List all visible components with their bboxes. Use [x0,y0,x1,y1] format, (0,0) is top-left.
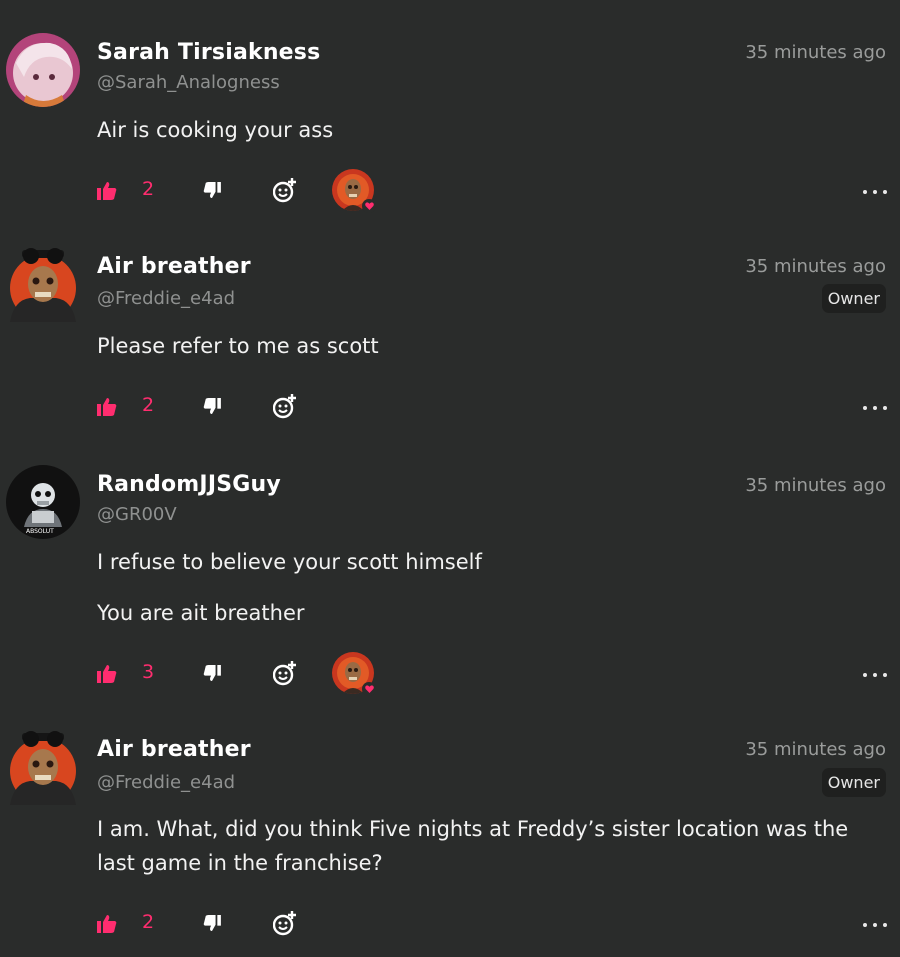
comment-text: I refuse to believe your scott himself Y… [97,545,887,630]
thumbs-down-icon[interactable] [203,182,221,202]
heart-icon [362,199,376,213]
thumbs-up-icon[interactable] [97,182,117,204]
comment-paragraph: I refuse to believe your scott himself [97,550,482,574]
comment-actions: 2 [97,388,887,428]
more-options-icon[interactable] [863,182,887,202]
more-options-icon[interactable] [863,665,887,685]
author-handle[interactable]: @GR00V [97,504,177,525]
heart-icon [362,682,376,696]
timestamp: 35 minutes ago [745,739,886,760]
author-name[interactable]: RandomJJSGuy [97,472,281,497]
avatar[interactable] [6,248,80,322]
comment-actions: 3 [97,652,887,696]
author-name[interactable]: Air breather [97,254,251,279]
author-handle[interactable]: @Freddie_e4ad [97,772,235,793]
avatar[interactable] [6,33,80,107]
thumbs-up-icon[interactable] [97,665,117,687]
author-handle[interactable]: @Freddie_e4ad [97,288,235,309]
comment-paragraph: You are ait breather [97,601,305,625]
comment-text: Air is cooking your ass [97,113,887,147]
like-count: 2 [142,394,155,416]
author-name[interactable]: Air breather [97,737,251,762]
add-reaction-icon[interactable] [272,393,297,423]
owner-badge: Owner [821,768,886,797]
comment-text: I am. What, did you think Five nights at… [97,812,887,880]
comment-actions: 2 [97,169,887,213]
reaction-avatar[interactable] [332,652,376,696]
more-options-icon[interactable] [863,915,887,935]
add-reaction-icon[interactable] [272,660,297,690]
author-name[interactable]: Sarah Tirsiakness [97,40,320,65]
author-handle[interactable]: @Sarah_Analogness [97,72,280,93]
owner-badge: Owner [821,284,886,313]
like-count: 2 [142,178,155,200]
comment-text: Please refer to me as scott [97,329,887,363]
comment-actions: 2 [97,905,887,945]
thumbs-up-icon[interactable] [97,398,117,420]
thumbs-down-icon[interactable] [203,915,221,935]
avatar[interactable] [6,731,80,805]
add-reaction-icon[interactable] [272,177,297,207]
comment-paragraph: Air is cooking your ass [97,118,334,142]
avatar[interactable]: ABSOLUT [6,465,80,539]
like-count: 2 [142,911,155,933]
timestamp: 35 minutes ago [745,475,886,496]
timestamp: 35 minutes ago [745,42,886,63]
more-options-icon[interactable] [863,398,887,418]
add-reaction-icon[interactable] [272,910,297,940]
like-count: 3 [142,661,155,683]
reaction-avatar[interactable] [332,169,376,213]
thumbs-up-icon[interactable] [97,915,117,937]
svg-text:ABSOLUT: ABSOLUT [26,528,54,535]
thumbs-down-icon[interactable] [203,665,221,685]
timestamp: 35 minutes ago [745,256,886,277]
comment-paragraph: I am. What, did you think Five nights at… [97,817,849,875]
comment-paragraph: Please refer to me as scott [97,334,379,358]
thumbs-down-icon[interactable] [203,398,221,418]
